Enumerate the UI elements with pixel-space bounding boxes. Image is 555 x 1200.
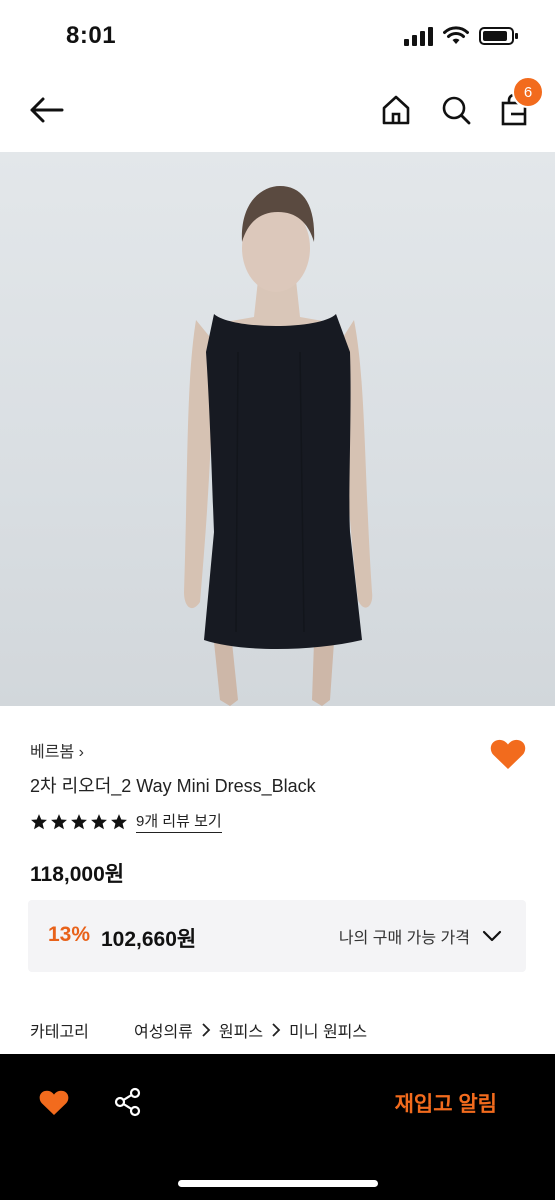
heart-icon	[39, 1090, 69, 1115]
back-arrow-icon	[30, 97, 64, 123]
star-icon	[91, 813, 107, 829]
category-label: 카테고리	[30, 1024, 89, 1041]
bottom-action-bar: 재입고 알림	[0, 1054, 555, 1200]
chevron-right-icon	[202, 1023, 211, 1037]
discount-box[interactable]: 13% 102,660원 나의 구매 가능 가격	[28, 900, 526, 972]
back-button[interactable]	[26, 90, 66, 130]
my-price-toggle[interactable]: 나의 구매 가능 가격	[339, 924, 502, 948]
status-time: 8:01	[66, 22, 117, 49]
status-bar: 8:01	[0, 0, 555, 72]
chevron-right-icon	[272, 1023, 281, 1037]
star-icon	[71, 813, 87, 829]
heart-icon	[490, 739, 526, 769]
status-icons	[403, 26, 519, 46]
rating: 9개 리뷰 보기	[30, 810, 222, 833]
product-image[interactable]	[0, 152, 555, 706]
share-icon	[114, 1087, 141, 1117]
discount-percent: 13%	[48, 923, 91, 946]
category-path: 여성의류 원피스 미니 원피스	[134, 1018, 367, 1042]
wishlist-button[interactable]	[488, 734, 528, 774]
star-icon	[31, 813, 47, 829]
home-indicator	[178, 1180, 378, 1187]
battery-icon	[479, 27, 518, 45]
search-icon	[442, 96, 471, 125]
nav-bar	[0, 72, 555, 152]
category-level-1[interactable]: 여성의류	[134, 1018, 193, 1042]
brand-link[interactable]: 베르봄 ›	[30, 738, 84, 762]
restock-alert-button[interactable]: 재입고 알림	[395, 1088, 497, 1118]
chevron-down-icon	[482, 930, 502, 942]
review-link[interactable]: 9개 리뷰 보기	[136, 810, 222, 833]
home-icon	[382, 95, 410, 125]
wifi-icon	[443, 26, 469, 44]
category-level-2[interactable]: 원피스	[219, 1018, 263, 1042]
share-button[interactable]	[110, 1084, 146, 1120]
signal-icon	[404, 27, 433, 46]
category-level-3[interactable]: 미니 원피스	[289, 1018, 367, 1042]
bottom-wishlist-button[interactable]	[36, 1084, 72, 1120]
discount-price: 102,660원	[101, 928, 197, 951]
star-icon	[111, 813, 127, 829]
product-name: 2차 리오더_2 Way Mini Dress_Black	[30, 776, 316, 796]
category-row: 카테고리 여성의류 원피스 미니 원피스	[30, 1018, 367, 1042]
my-price-label: 나의 구매 가능 가격	[338, 930, 470, 947]
rating-stars	[30, 813, 128, 831]
product-price: 118,000원	[30, 863, 125, 886]
star-icon	[51, 813, 67, 829]
home-button[interactable]	[376, 90, 416, 130]
product-photo	[184, 186, 373, 706]
cart-count-badge: 6	[512, 76, 544, 108]
search-button[interactable]	[436, 90, 476, 130]
